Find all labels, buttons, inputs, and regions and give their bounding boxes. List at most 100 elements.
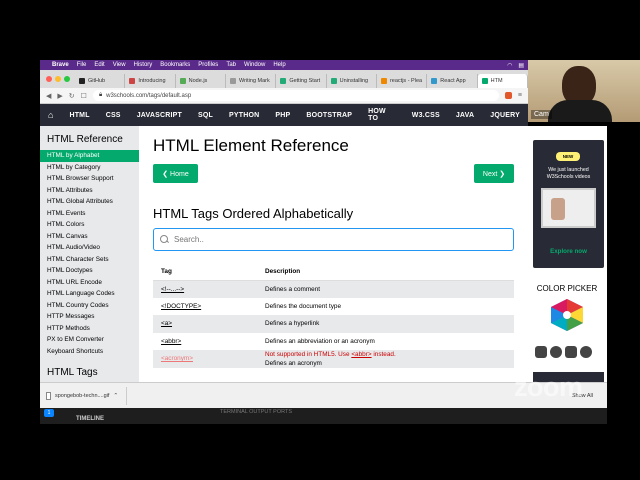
maximize-window-icon[interactable]	[64, 76, 70, 82]
menu-status-icons: ◠ ▤	[507, 62, 528, 69]
nav-javascript[interactable]: JAVASCRIPT	[129, 112, 190, 119]
discord-icon[interactable]	[580, 346, 592, 358]
instagram-icon[interactable]	[550, 346, 562, 358]
tag-link-deprecated[interactable]: <acronym>	[153, 350, 257, 368]
sidebar-item-language-codes[interactable]: HTML Language Codes	[40, 288, 139, 300]
menu-window[interactable]: Window	[244, 62, 265, 68]
bookmark-icon[interactable]: ☐	[81, 92, 87, 100]
nav-php[interactable]: PHP	[267, 112, 298, 119]
menu-history[interactable]: History	[134, 62, 153, 68]
sidebar-item-http-messages[interactable]: HTTP Messages	[40, 311, 139, 323]
sidebar-item-colors[interactable]: HTML Colors	[40, 219, 139, 231]
webcam-person-body	[548, 100, 612, 122]
sidebar-item-attributes[interactable]: HTML Attributes	[40, 185, 139, 197]
tag-link[interactable]: <a>	[153, 315, 257, 333]
nav-python[interactable]: PYTHON	[221, 112, 267, 119]
minimize-window-icon[interactable]	[55, 76, 61, 82]
sidebar-heading: HTML Reference	[47, 134, 123, 145]
tab-introducing[interactable]: Introducing	[125, 74, 176, 88]
tab-nodejs[interactable]: Node.js	[176, 74, 226, 88]
nav-jquery[interactable]: JQUERY	[482, 112, 528, 119]
close-window-icon[interactable]	[46, 76, 52, 82]
menu-edit[interactable]: Edit	[94, 62, 104, 68]
sidebar-item-html-by-category[interactable]: HTML by Category	[40, 162, 139, 174]
screen: Brave File Edit View History Bookmarks P…	[0, 0, 640, 480]
nav-bootstrap[interactable]: BOOTSTRAP	[298, 112, 360, 119]
sidebar-item-browser-support[interactable]: HTML Browser Support	[40, 173, 139, 185]
next-button[interactable]: Next ❯	[474, 164, 514, 183]
social-links	[535, 346, 592, 358]
color-hexagon-icon[interactable]	[549, 298, 585, 332]
right-panel: NEW We just launched W3Schools videos Ex…	[527, 126, 607, 382]
tab-github[interactable]: GitHub	[75, 74, 126, 88]
tag-link[interactable]: <abbr>	[153, 333, 257, 351]
nav-howto[interactable]: HOW TO	[360, 108, 404, 122]
file-icon	[46, 391, 51, 400]
menu-tab[interactable]: Tab	[226, 62, 236, 68]
tag-link[interactable]: <!--...-->	[153, 280, 257, 298]
tag-description: Defines an abbreviation or an acronym	[265, 337, 375, 345]
facebook-icon[interactable]	[535, 346, 547, 358]
control-center-icon[interactable]: ▤	[518, 62, 524, 69]
sidebar-item-doctypes[interactable]: HTML Doctypes	[40, 265, 139, 277]
nav-html[interactable]: HTML	[61, 112, 97, 119]
nav-java[interactable]: JAVA	[448, 112, 482, 119]
tab-writing-mark[interactable]: Writing Mark	[226, 74, 277, 88]
brave-shield-icon[interactable]	[504, 92, 512, 99]
notification-badge: 1	[44, 409, 54, 417]
sidebar-item-http-methods[interactable]: HTTP Methods	[40, 323, 139, 335]
w3schools-icon	[481, 78, 488, 84]
menu-icon[interactable]: ≡	[518, 92, 522, 99]
sidebar-item-global-attributes[interactable]: HTML Global Attributes	[40, 196, 139, 208]
nav-css[interactable]: CSS	[98, 112, 129, 119]
tab-uninstalling[interactable]: Uninstalling	[327, 74, 377, 88]
nav-sql[interactable]: SQL	[190, 112, 221, 119]
tab-html-active[interactable]: HTM	[477, 74, 528, 88]
timeline-label[interactable]: TIMELINE	[76, 416, 104, 422]
home-button[interactable]: ❮ Home	[153, 164, 198, 183]
color-picker-title: COLOR PICKER	[536, 284, 598, 293]
wifi-icon[interactable]: ◠	[507, 62, 512, 69]
tags-table: Tag Description <!--...--> Defines a com…	[153, 264, 514, 368]
sidebar-item-canvas[interactable]: HTML Canvas	[40, 231, 139, 243]
table-row: <!DOCTYPE> Defines the document type	[153, 298, 514, 316]
forward-icon[interactable]: ▶	[57, 92, 62, 100]
sidebar-item-html-by-alphabet[interactable]: HTML by Alphabet	[40, 150, 139, 162]
search-input[interactable]	[174, 235, 494, 244]
page-icon	[129, 78, 136, 84]
back-icon[interactable]: ◀	[46, 92, 51, 100]
panel-tabs[interactable]: TERMINAL OUTPUT PORTS	[220, 409, 292, 415]
reload-icon[interactable]: ↻	[69, 92, 75, 100]
menu-profiles[interactable]: Profiles	[198, 62, 218, 68]
menu-app-name[interactable]: Brave	[52, 62, 69, 68]
sidebar-item-keyboard-shortcuts[interactable]: Keyboard Shortcuts	[40, 346, 139, 358]
sidebar-item-character-sets[interactable]: HTML Character Sets	[40, 254, 139, 266]
section-title: HTML Tags Ordered Alphabetically	[153, 206, 354, 221]
explore-now-link[interactable]: Explore now	[533, 248, 604, 255]
download-item[interactable]: spongebob-techn....gif ⌃	[46, 386, 128, 405]
menu-help[interactable]: Help	[273, 62, 285, 68]
sidebar-item-url-encode[interactable]: HTML URL Encode	[40, 277, 139, 289]
tab-react-app[interactable]: React App	[427, 74, 478, 88]
tag-link[interactable]: <!DOCTYPE>	[153, 298, 257, 316]
tab-reactjs[interactable]: reactjs - Plea	[377, 74, 428, 88]
menu-bookmarks[interactable]: Bookmarks	[160, 62, 190, 68]
chevron-up-icon[interactable]: ⌃	[113, 393, 118, 399]
table-row: <!--...--> Defines a comment	[153, 280, 514, 298]
sidebar-heading-tags: HTML Tags	[47, 367, 98, 378]
menu-view[interactable]: View	[113, 62, 126, 68]
video-ad[interactable]: NEW We just launched W3Schools videos Ex…	[533, 140, 604, 268]
sidebar-item-events[interactable]: HTML Events	[40, 208, 139, 220]
menu-file[interactable]: File	[77, 62, 87, 68]
sidebar-item-px-to-em[interactable]: PX to EM Converter	[40, 334, 139, 346]
abbr-link[interactable]: <abbr>	[351, 351, 371, 358]
sidebar-item-audio-video[interactable]: HTML Audio/Video	[40, 242, 139, 254]
url-field[interactable]: 🔒︎ w3schools.com/tags/default.asp	[92, 90, 499, 101]
nav-w3css[interactable]: W3.CSS	[404, 112, 448, 119]
page-icon	[330, 78, 337, 84]
home-icon[interactable]: ⌂	[40, 110, 61, 120]
sidebar-item-country-codes[interactable]: HTML Country Codes	[40, 300, 139, 312]
linkedin-icon[interactable]	[565, 346, 577, 358]
tab-getting-start[interactable]: Getting Start	[276, 74, 327, 88]
tag-description: Defines the document type	[265, 302, 342, 310]
